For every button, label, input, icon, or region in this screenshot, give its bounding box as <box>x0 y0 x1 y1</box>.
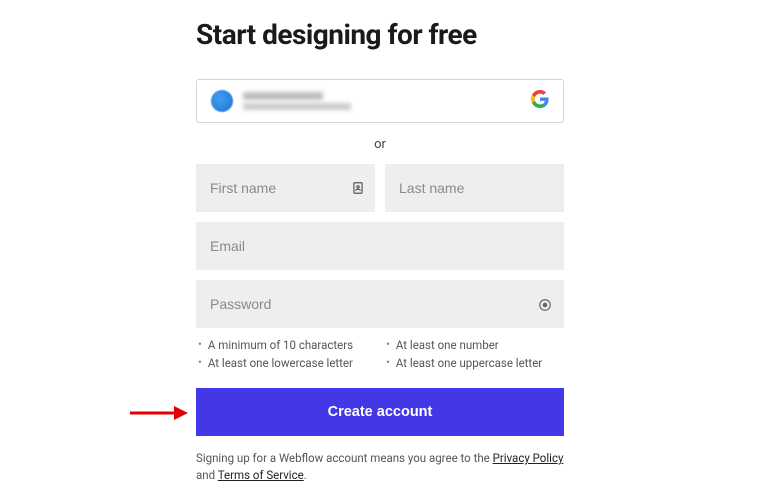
privacy-policy-link[interactable]: Privacy Policy <box>493 451 564 465</box>
avatar <box>211 90 233 112</box>
signup-form-container: Start designing for free or <box>196 0 564 485</box>
rule-one-lower: At least one lowercase letter <box>208 356 353 370</box>
terms-of-service-link[interactable]: Terms of Service <box>218 468 304 482</box>
page-title: Start designing for free <box>196 18 564 51</box>
first-name-field[interactable] <box>196 164 375 212</box>
rule-one-upper: At least one uppercase letter <box>396 356 542 370</box>
rule-one-number: At least one number <box>396 338 499 352</box>
google-g-icon <box>531 90 549 112</box>
annotation-arrow-icon <box>128 403 188 423</box>
password-field[interactable] <box>196 280 564 328</box>
email-field[interactable] <box>196 222 564 270</box>
password-rules: •A minimum of 10 characters •At least on… <box>196 338 564 370</box>
rule-min-chars: A minimum of 10 characters <box>208 338 353 352</box>
legal-text: Signing up for a Webflow account means y… <box>196 450 564 485</box>
redacted-account-text <box>243 92 351 110</box>
or-divider: or <box>196 137 564 152</box>
google-account-info <box>211 90 351 112</box>
google-signin-card[interactable] <box>196 79 564 123</box>
create-account-button[interactable]: Create account <box>196 388 564 436</box>
last-name-field[interactable] <box>385 164 564 212</box>
